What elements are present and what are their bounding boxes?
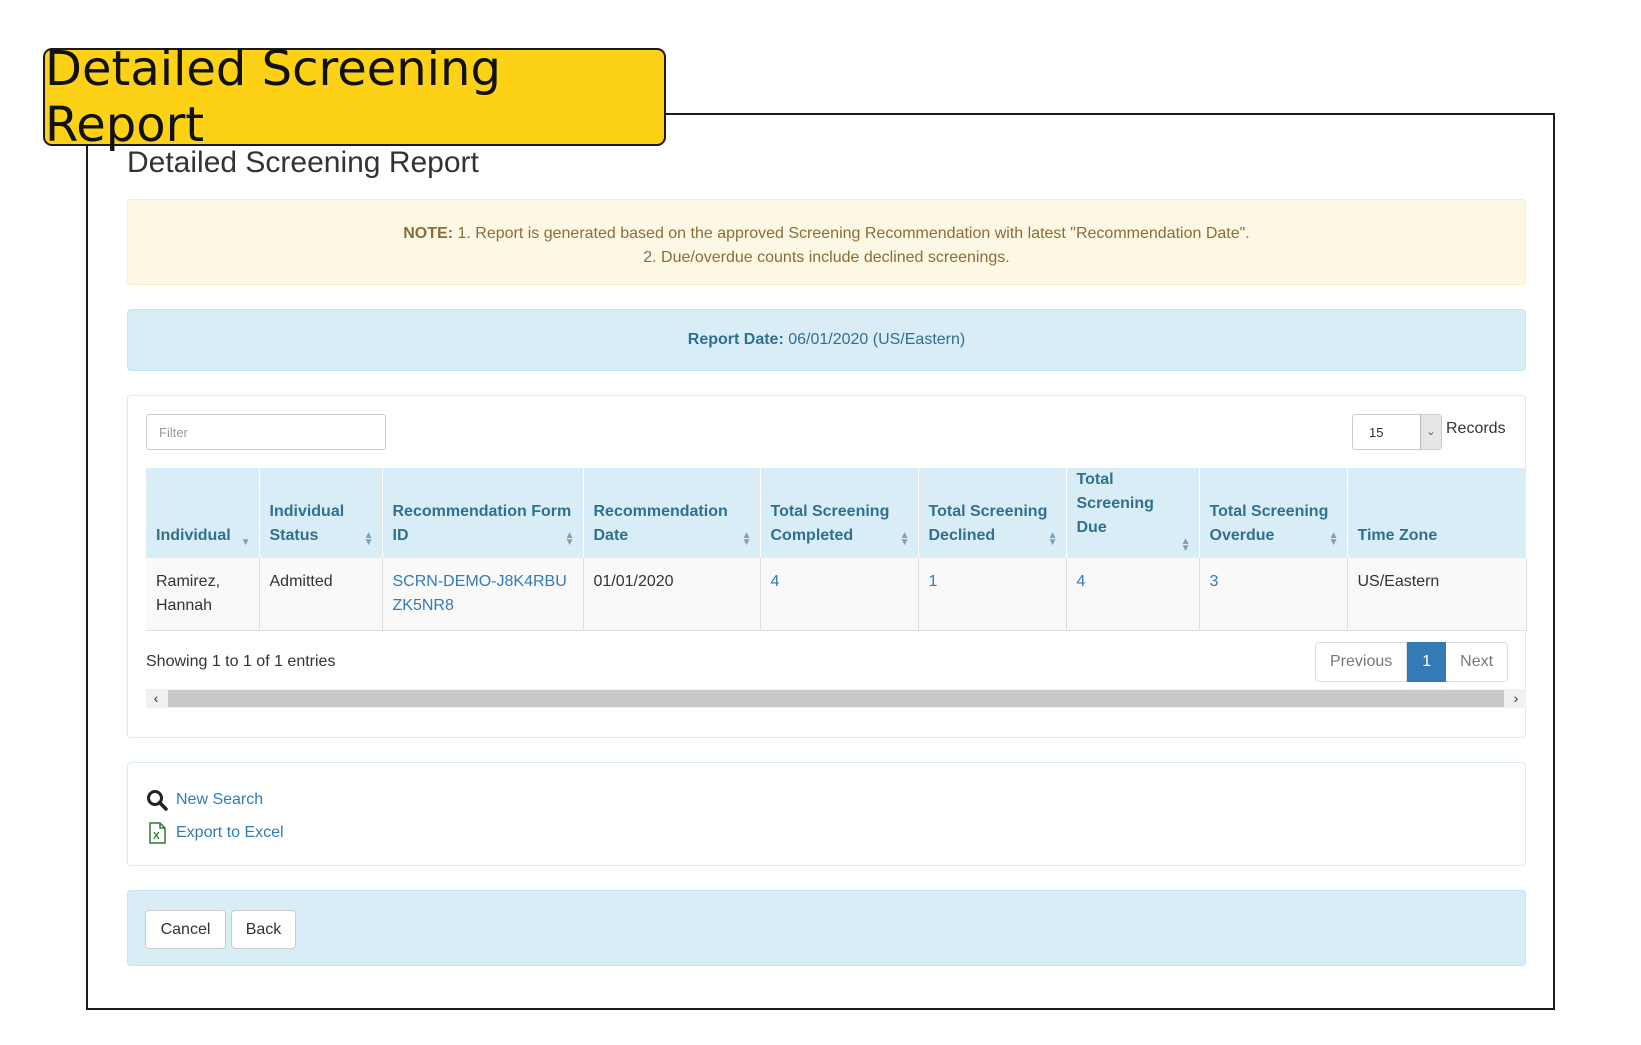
entries-summary: Showing 1 to 1 of 1 entries [146,653,336,670]
note-line-1: 1. Report is generated based on the appr… [453,225,1250,242]
export-excel-label: Export to Excel [176,824,284,841]
sort-icon: ▲ ▼ [1047,530,1058,548]
cell-declined-link[interactable]: 1 [918,558,1067,631]
cell-rec-date: 01/01/2020 [583,558,761,631]
export-excel-link[interactable]: X Export to Excel [146,822,284,844]
cell-completed-link[interactable]: 4 [760,558,919,631]
pagination: Previous 1 Next [1315,642,1509,682]
column-header-status[interactable]: Individual Status ▲ ▼ [259,468,383,558]
back-button[interactable]: Back [231,910,296,949]
sort-icon: ▲ ▼ [899,530,910,548]
results-panel: 15 ⌄ Records Individual ▼ Individual Sta… [127,395,1527,738]
sort-icon: ▲ ▼ [741,530,752,548]
cell-overdue-link[interactable]: 3 [1199,558,1348,631]
records-label: Records [1446,420,1506,437]
records-per-page-select[interactable]: 15 ⌄ [1352,414,1442,450]
note-alert: NOTE: 1. Report is generated based on th… [127,199,1526,285]
scroll-left-icon[interactable]: ‹ [146,689,166,708]
column-header-time-zone[interactable]: Time Zone [1347,468,1527,558]
scroll-right-icon[interactable]: › [1506,689,1526,708]
chevron-down-icon: ⌄ [1420,415,1441,449]
column-header-overdue[interactable]: Total Screening Overdue ▲ ▼ [1199,468,1348,558]
cell-status: Admitted [259,558,383,631]
column-header-rec-date[interactable]: Recommendation Date ▲ ▼ [583,468,761,558]
note-line-2: 2. Due/overdue counts include declined s… [643,249,1010,266]
svg-text:X: X [153,831,160,842]
cell-form-id-link[interactable]: SCRN-DEMO-J8K4RBUZK5NR8 [382,558,584,631]
filter-input[interactable] [146,414,386,450]
report-date-value: 06/01/2020 (US/Eastern) [783,331,966,348]
callout-banner: Detailed Screening Report [43,41,666,153]
column-header-completed[interactable]: Total Screening Completed ▲ ▼ [760,468,919,558]
next-page-button[interactable]: Next [1446,642,1509,682]
cell-due-link[interactable]: 4 [1066,558,1200,631]
new-search-link[interactable]: New Search [146,789,263,811]
excel-icon: X [146,822,168,844]
table-row: Ramirez, Hannah Admitted SCRN-DEMO-J8K4R… [146,558,1527,631]
sort-desc-icon: ▼ [240,537,251,548]
cancel-button[interactable]: Cancel [145,910,226,949]
cell-time-zone: US/Eastern [1347,558,1527,631]
column-header-due[interactable]: Total Screening Due ▲ ▼ [1066,468,1200,558]
scrollbar-thumb[interactable] [168,690,1504,707]
form-actions-bar: Cancel Back [127,890,1526,966]
sort-icon: ▲ ▼ [564,530,575,548]
callout-title: Detailed Screening Report [45,41,501,153]
column-header-form-id[interactable]: Recommendation Form ID ▲ ▼ [382,468,584,558]
report-date-label: Report Date: [687,331,784,348]
screening-table: Individual ▼ Individual Status ▲ ▼ Recomm… [146,468,1527,631]
horizontal-scrollbar[interactable]: ‹ › [146,689,1526,708]
sort-icon: ▲ ▼ [1328,530,1339,548]
previous-page-button[interactable]: Previous [1315,642,1408,682]
search-icon [146,789,168,811]
column-header-individual[interactable]: Individual ▼ [146,468,260,558]
page-1-button[interactable]: 1 [1407,642,1447,682]
note-label: NOTE: [403,225,454,242]
actions-panel: New Search X Export to Excel [127,762,1526,866]
new-search-label: New Search [176,791,264,808]
sort-icon: ▲ ▼ [363,530,374,548]
sort-icon: ▲ ▼ [1180,536,1191,554]
records-per-page-value: 15 [1369,425,1384,440]
column-header-declined[interactable]: Total Screening Declined ▲ ▼ [918,468,1067,558]
table-header-row: Individual ▼ Individual Status ▲ ▼ Recomm… [146,468,1527,558]
report-date-banner: Report Date: 06/01/2020 (US/Eastern) [127,309,1526,371]
cell-individual: Ramirez, Hannah [146,558,260,631]
